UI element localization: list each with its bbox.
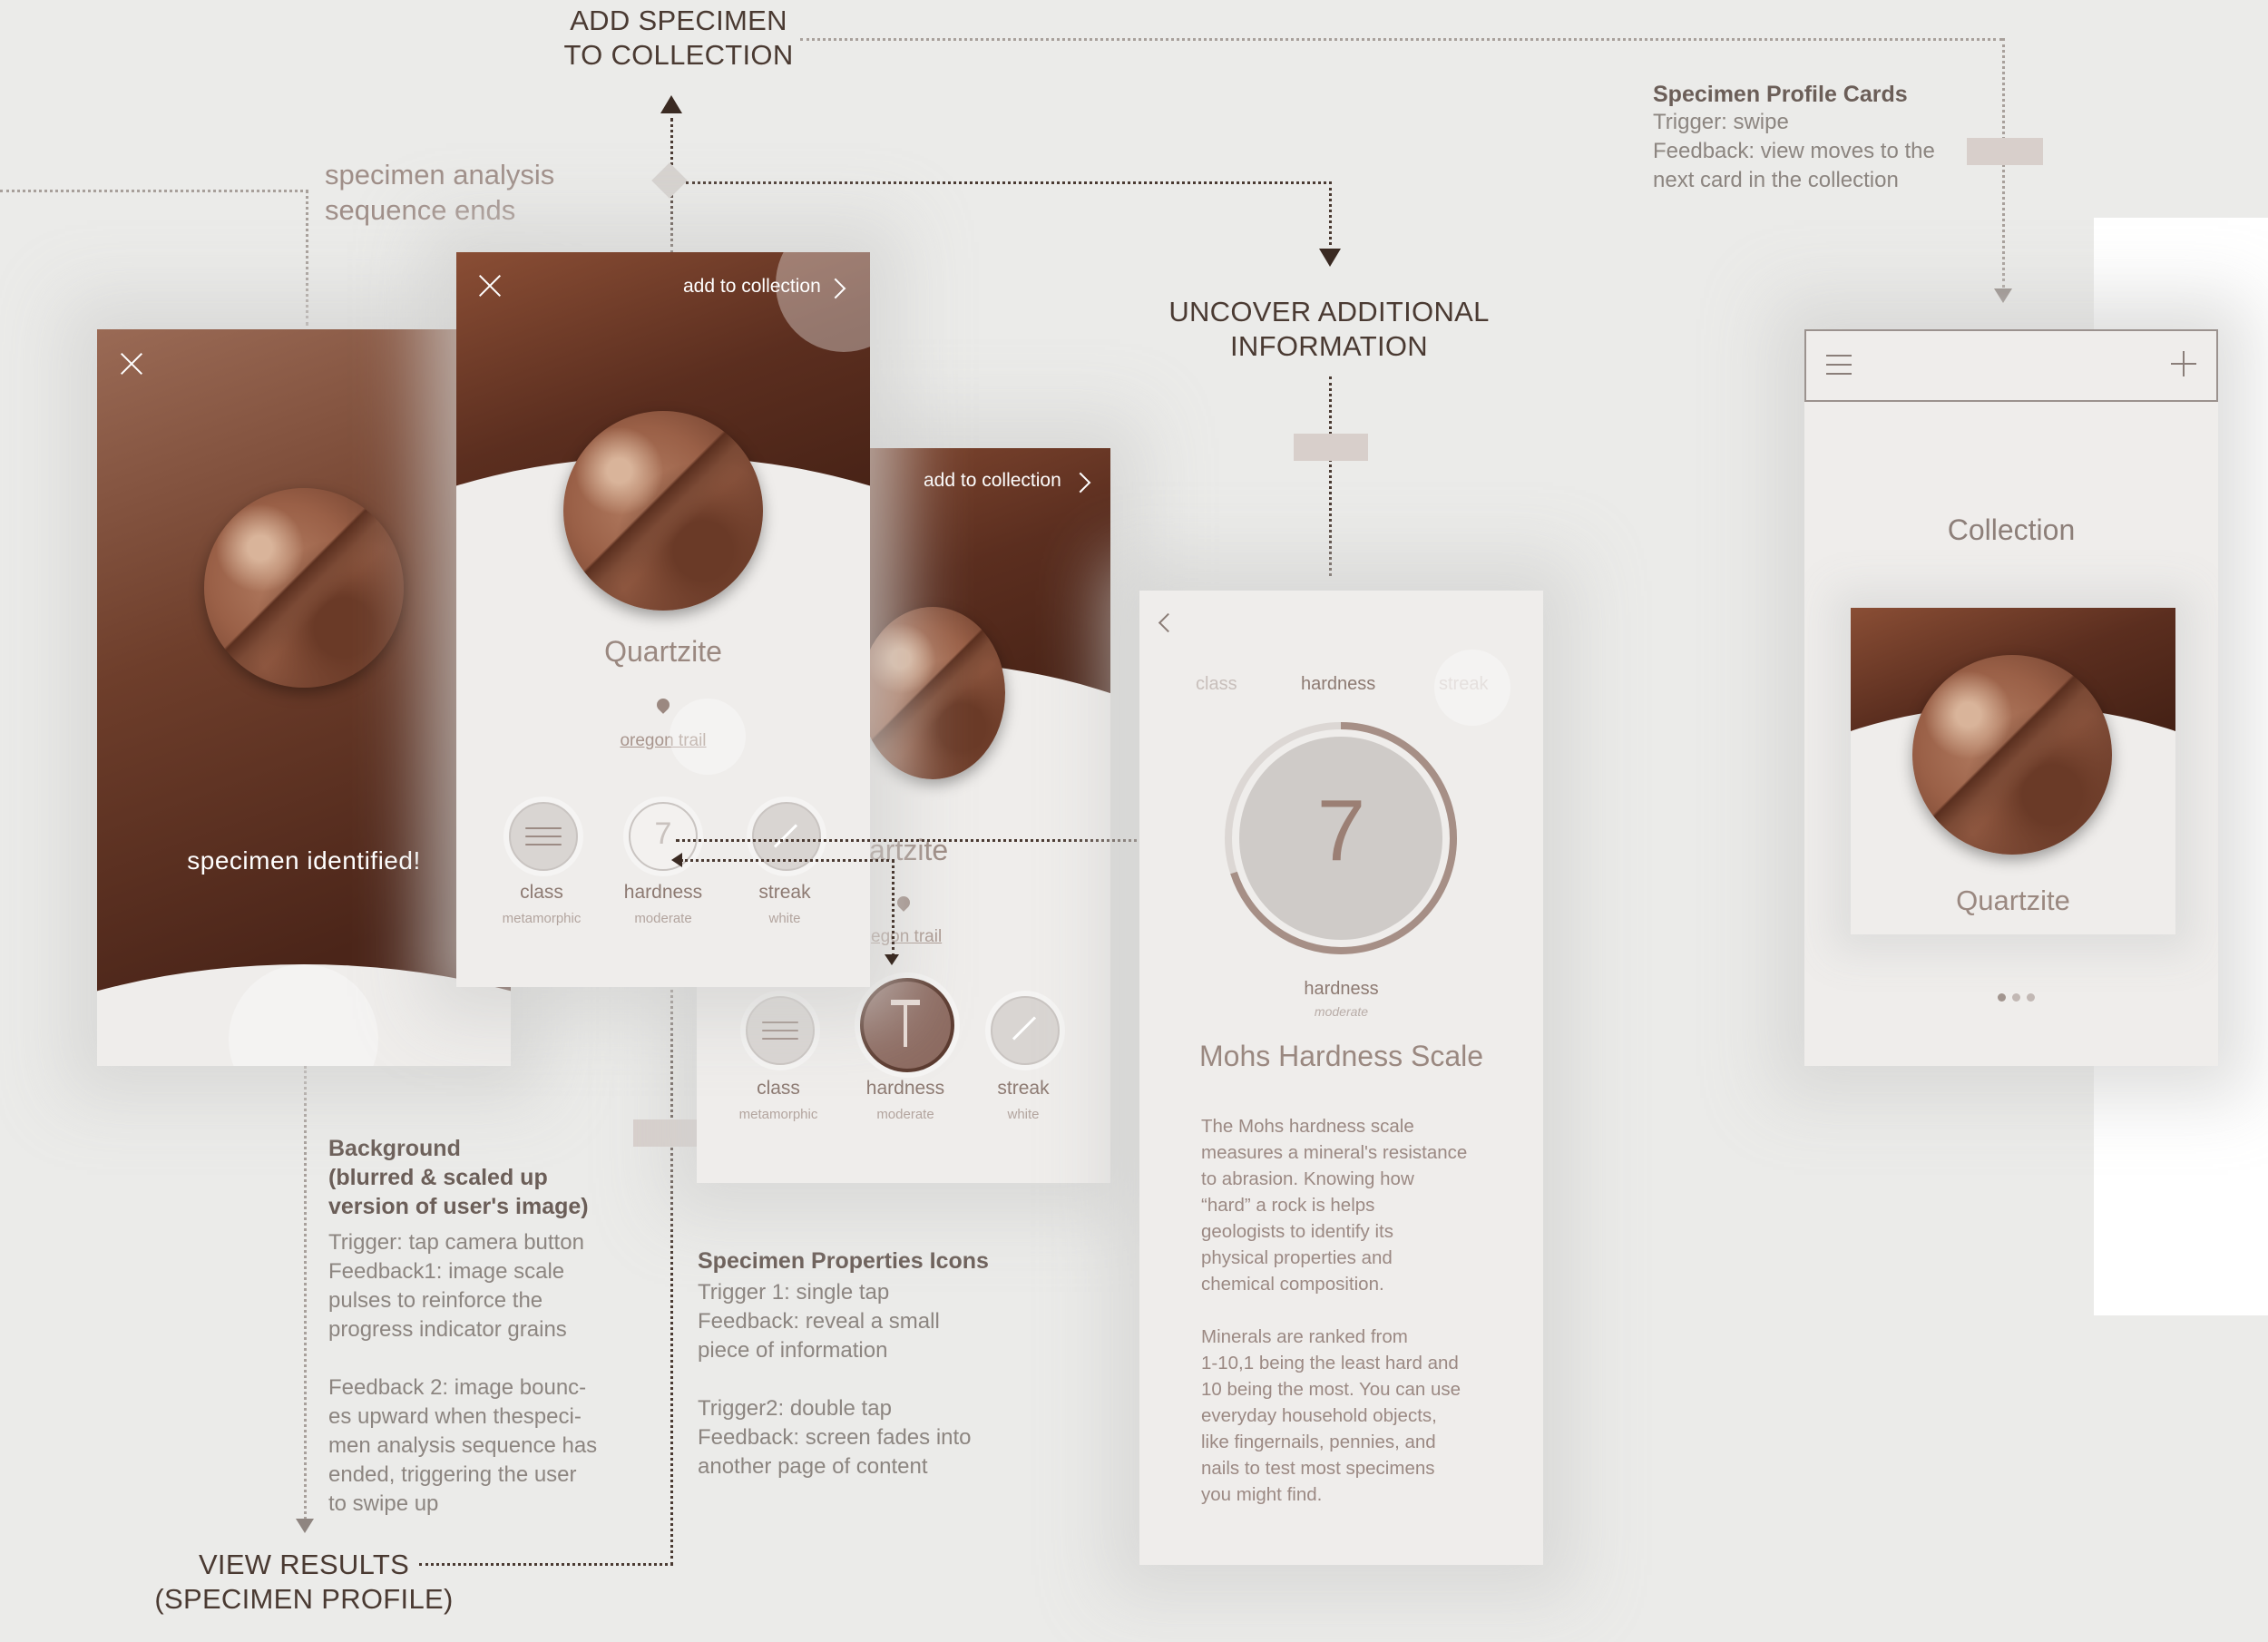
prop-value-class: metamorphic <box>738 1107 818 1122</box>
page-dot[interactable] <box>2012 993 2020 1002</box>
screen-identified: specimen identified! <box>97 329 511 1066</box>
screen-hardness-detail: class hardness streak 7 hardness moderat… <box>1139 591 1543 1565</box>
page-dots[interactable] <box>1990 993 2045 1004</box>
detail-paragraph-2: Minerals are ranked from 1-10,1 being th… <box>1201 1326 1461 1505</box>
flow-line-uncover-down <box>1329 376 1332 576</box>
prop-value-streak: white <box>1007 1107 1040 1122</box>
flow-line-hardness-to-detail <box>676 839 1166 842</box>
specimen-rock-image <box>563 411 763 611</box>
page-dot[interactable] <box>2027 993 2035 1002</box>
hardness-icon-circle[interactable] <box>860 978 954 1072</box>
hardness-number: 7 <box>1316 782 1366 879</box>
wave-icon <box>762 1021 798 1023</box>
note-profile-cards-body: Trigger: swipe Feedback: view moves to t… <box>1653 110 1935 192</box>
heading-uncover-info: UNCOVER ADDITIONAL INFORMATION <box>1168 296 1490 362</box>
prop-value-streak: white <box>768 911 801 926</box>
specimen-rock-image <box>204 488 404 688</box>
note-properties-title: Specimen Properties Icons <box>698 1248 989 1274</box>
plus-icon[interactable] <box>2171 351 2196 376</box>
note-profile-cards-title: Specimen Profile Cards <box>1653 82 1908 107</box>
prop-value-hardness: moderate <box>876 1107 934 1122</box>
screen-profile: add to collection Quartzite oregon trail… <box>456 252 870 987</box>
wave-icon <box>525 827 562 829</box>
arrow-add-collection <box>660 95 682 113</box>
prop-label-streak: streak <box>758 882 811 903</box>
close-icon[interactable] <box>120 352 143 376</box>
note-properties: Specimen Properties Icons Trigger 1: sin… <box>698 1248 1061 1481</box>
arrow-view-results <box>296 1519 314 1533</box>
streak-icon-circle[interactable] <box>991 996 1060 1065</box>
close-icon[interactable] <box>478 274 502 298</box>
specimen-location[interactable]: oregon trail <box>456 731 870 751</box>
arrow-collection <box>1994 288 2012 303</box>
flow-line-bottom <box>419 1563 673 1566</box>
flow-line-left-down <box>306 190 308 326</box>
flow-line-center-down <box>670 907 673 1565</box>
detail-title: Mohs Hardness Scale <box>1198 1040 1484 1072</box>
tap-halo-location <box>670 699 746 775</box>
prop-label-class: class <box>757 1078 800 1099</box>
flow-line-left-top <box>0 190 308 192</box>
prop-label-class: class <box>520 882 563 903</box>
prop-label-hardness: hardness <box>865 1078 945 1099</box>
wave-icon <box>762 1030 798 1031</box>
arrow-to-secondary <box>885 954 899 965</box>
flow-line-detail-back <box>680 859 889 862</box>
note-properties-body: Trigger 1: single tap Feedback: reveal a… <box>698 1280 972 1479</box>
detail-paragraph-1: The Mohs hardness scale measures a miner… <box>1201 1116 1468 1295</box>
decision-diamond <box>651 162 688 199</box>
add-to-collection-link-2[interactable]: add to collection <box>924 470 1061 492</box>
tab-hardness[interactable]: hardness <box>1301 674 1375 695</box>
flow-line-to-secondary <box>892 859 894 957</box>
streak-icon <box>1012 1016 1037 1041</box>
streak-icon <box>773 824 798 848</box>
identified-message: specimen identified! <box>187 846 421 875</box>
note-profile-cards: Specimen Profile Cards Trigger: swipe Fe… <box>1653 82 2016 195</box>
marker-tag-uncover <box>1294 434 1368 461</box>
class-icon-circle[interactable] <box>746 996 815 1065</box>
hammer-head <box>891 1000 920 1005</box>
specimen-card[interactable]: Quartzite <box>1851 608 2175 934</box>
wave-icon <box>525 844 562 845</box>
heading-view-results: VIEW RESULTS (SPECIMEN PROFILE) <box>154 1549 454 1615</box>
flow-line-diamond-right <box>686 181 1332 184</box>
specimen-rock-image <box>860 607 1005 779</box>
note-background: Background (blurred & scaled up version … <box>328 1134 637 1519</box>
arrow-uncover <box>1319 249 1341 267</box>
note-background-title: Background (blurred & scaled up version … <box>328 1136 589 1219</box>
marker-tag-profile <box>1967 138 2043 165</box>
screen-collection: Collection Quartzite <box>1804 329 2218 1066</box>
page-dot-active[interactable] <box>1998 993 2006 1002</box>
hammer-icon <box>904 1000 907 1047</box>
flow-line-bottom-left <box>304 1066 307 1520</box>
collection-title: Collection <box>1947 513 2076 546</box>
specimen-rock-image <box>1912 655 2112 855</box>
chevron-left-icon[interactable] <box>1158 612 1178 633</box>
tab-class[interactable]: class <box>1196 674 1237 695</box>
collection-header-bar <box>1804 329 2218 402</box>
hardness-number: 7 <box>654 816 672 851</box>
prop-label-hardness: hardness <box>623 882 703 903</box>
note-background-body: Trigger: tap camera button Feedback1: im… <box>328 1230 598 1516</box>
specimen-name: Quartzite <box>604 635 722 668</box>
arrow-back <box>671 853 682 867</box>
wave-icon <box>525 836 562 837</box>
heading-add-specimen: ADD SPECIMEN TO COLLECTION <box>563 5 794 71</box>
menu-icon[interactable] <box>1826 355 1852 375</box>
prop-value-hardness: moderate <box>634 911 692 926</box>
location-partial[interactable]: egon trail <box>871 927 942 947</box>
label-sequence-ends: specimen analysis sequence ends <box>325 159 555 226</box>
class-icon-circle[interactable] <box>509 802 578 871</box>
wave-icon <box>762 1038 798 1040</box>
gauge-sublabel: moderate <box>1314 1004 1369 1019</box>
prop-label-streak: streak <box>997 1078 1050 1099</box>
gauge-label: hardness <box>1304 979 1379 999</box>
flow-line-to-uncover <box>1329 181 1332 245</box>
flow-line-top-right <box>800 38 2002 41</box>
prop-value-class: metamorphic <box>502 911 582 926</box>
card-specimen-name: Quartzite <box>1956 885 2070 916</box>
